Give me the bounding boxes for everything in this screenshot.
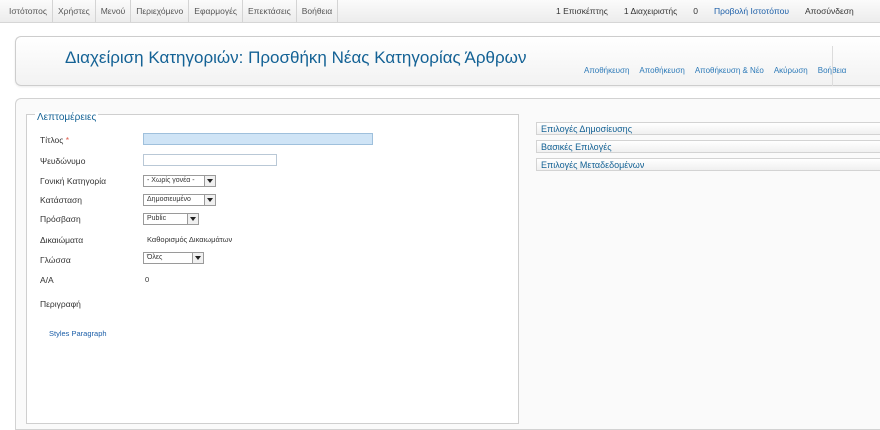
toolbar-divider bbox=[832, 46, 833, 86]
save-button[interactable]: Αποθήκευση bbox=[584, 66, 629, 75]
permissions-link[interactable]: Καθορισμός Δικαιωμάτων bbox=[147, 235, 232, 244]
save-new-button[interactable]: Αποθήκευση & Νέο bbox=[695, 66, 764, 75]
page-header: Διαχείριση Κατηγοριών: Προσθήκη Νέας Κατ… bbox=[15, 36, 880, 86]
parent-select-value: - Χωρίς γονέα - bbox=[147, 177, 195, 184]
alias-input[interactable] bbox=[143, 154, 277, 166]
menu-menus[interactable]: Μενού bbox=[96, 0, 132, 22]
required-mark: * bbox=[65, 135, 70, 145]
messages-count[interactable]: 0 bbox=[693, 6, 698, 16]
page-title: Διαχείριση Κατηγοριών: Προσθήκη Νέας Κατ… bbox=[65, 48, 527, 67]
logout-link[interactable]: Αποσύνδεση bbox=[805, 6, 854, 16]
id-value: 0 bbox=[145, 275, 150, 284]
language-select[interactable]: Όλες bbox=[143, 252, 204, 264]
title-label-text: Τίτλος bbox=[40, 135, 64, 145]
chevron-down-icon bbox=[187, 214, 198, 224]
id-label: Α/Α bbox=[40, 275, 54, 285]
metadata-options-panel[interactable]: Επιλογές Μεταδεδομένων bbox=[536, 158, 880, 171]
title-label: Τίτλος * bbox=[40, 135, 69, 145]
menu-site[interactable]: Ιστότοπος bbox=[4, 0, 53, 22]
state-label: Κατάσταση bbox=[40, 195, 83, 205]
status-bar: 1 Επισκέπτης 1 Διαχειριστής 0 Προβολή Ισ… bbox=[556, 0, 870, 22]
access-select-value: Public bbox=[147, 215, 167, 222]
editor-toolbar[interactable]: Styles Paragraph bbox=[49, 329, 107, 338]
menu-content[interactable]: Περιεχόμενο bbox=[131, 0, 190, 22]
menu-components[interactable]: Εφαρμογές bbox=[189, 0, 243, 22]
state-select-value: Δημοσιευμένο bbox=[147, 196, 191, 203]
state-select[interactable]: Δημοσιευμένο bbox=[143, 194, 216, 206]
view-site-link[interactable]: Προβολή Ιστοτόπου bbox=[714, 6, 789, 16]
chevron-down-icon bbox=[192, 253, 203, 263]
access-select[interactable]: Public bbox=[143, 213, 199, 225]
chevron-down-icon bbox=[204, 176, 215, 186]
parent-select[interactable]: - Χωρίς γονέα - bbox=[143, 175, 216, 187]
menu-users[interactable]: Χρήστες bbox=[53, 0, 96, 22]
toolbar: Αποθήκευση Αποθήκευση Αποθήκευση & Νέο Α… bbox=[584, 46, 856, 86]
publishing-options-panel[interactable]: Επιλογές Δημοσίευσης bbox=[536, 122, 880, 135]
menu-extensions[interactable]: Επεκτάσεις bbox=[243, 0, 297, 22]
basic-options-panel[interactable]: Βασικές Επιλογές bbox=[536, 140, 880, 153]
visitors-count[interactable]: 1 Επισκέπτης bbox=[556, 6, 608, 16]
alias-label: Ψευδώνυμο bbox=[40, 156, 86, 166]
parent-label: Γονική Κατηγορία bbox=[40, 176, 107, 186]
main-menu: Ιστότοπος Χρήστες Μενού Περιεχόμενο Εφαρ… bbox=[4, 0, 339, 22]
title-input[interactable] bbox=[143, 133, 373, 145]
chevron-down-icon bbox=[204, 195, 215, 205]
language-label: Γλώσσα bbox=[40, 255, 71, 265]
details-legend: Λεπτομέρειες bbox=[35, 112, 99, 123]
cancel-button[interactable]: Ακύρωση bbox=[774, 66, 808, 75]
menu-help[interactable]: Βοήθεια bbox=[297, 0, 339, 22]
access-label: Πρόσβαση bbox=[40, 214, 81, 224]
admins-count[interactable]: 1 Διαχειριστής bbox=[624, 6, 677, 16]
description-label: Περιγραφή bbox=[40, 299, 81, 309]
language-select-value: Όλες bbox=[147, 254, 163, 261]
admin-top-bar: Ιστότοπος Χρήστες Μενού Περιεχόμενο Εφαρ… bbox=[0, 0, 880, 23]
save-close-button[interactable]: Αποθήκευση bbox=[639, 66, 684, 75]
permissions-label: Δικαιώματα bbox=[40, 235, 84, 245]
